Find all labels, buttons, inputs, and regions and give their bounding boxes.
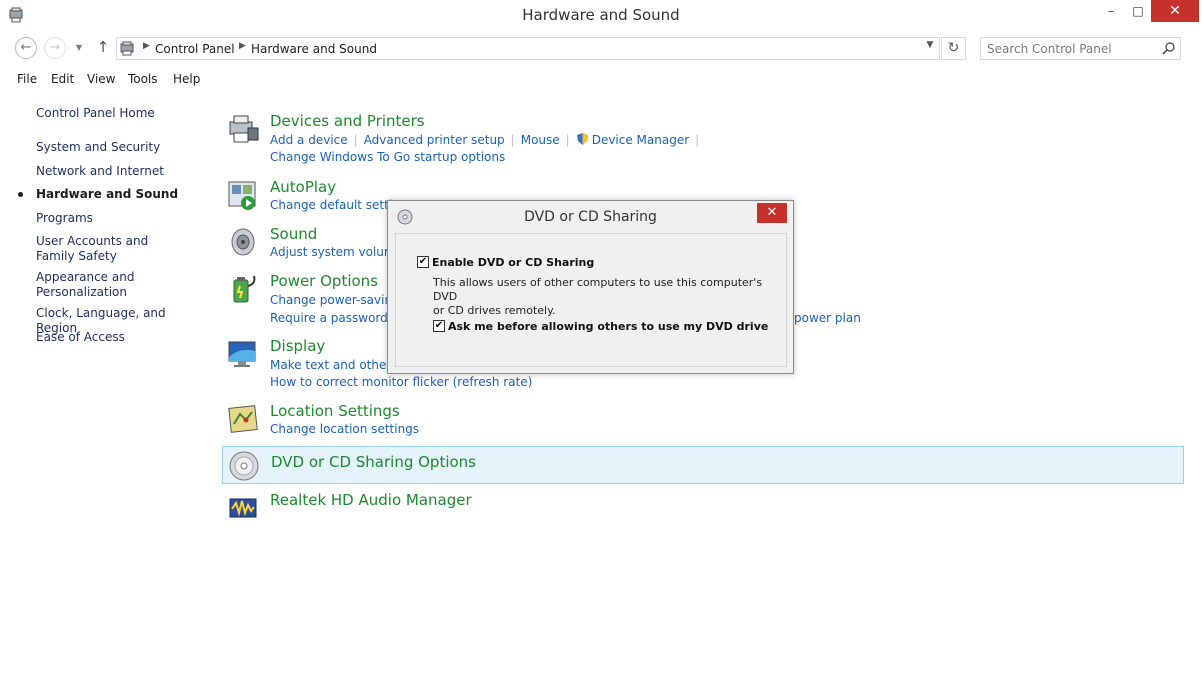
advanced-printer-setup-link[interactable]: Advanced printer setup [364,133,505,147]
up-button[interactable]: ↑ [92,37,114,59]
shield-icon [576,133,588,145]
category-location-settings: Location Settings Change location settin… [222,402,1184,442]
realtek-hd-audio-manager-link[interactable]: Realtek HD Audio Manager [270,491,472,509]
sidebar-item-appearance[interactable]: Appearance and Personalization [36,270,146,300]
menu-file[interactable]: File [17,72,37,86]
devices-links-row2: Change Windows To Go startup options [270,150,505,164]
menu-bar: File Edit View Tools Help [0,70,300,90]
sidebar-item-ease-of-access[interactable]: Ease of Access [36,330,206,345]
link-divider: | [353,133,358,147]
address-dropdown-icon[interactable]: ▼ [923,40,937,50]
sidebar-item-system-and-security[interactable]: System and Security [36,140,206,155]
location-icon [228,405,258,433]
device-manager-link[interactable]: Device Manager [592,133,689,147]
link-divider: | [565,133,570,147]
recent-locations-button[interactable]: ▼ [72,37,86,59]
add-a-device-link[interactable]: Add a device [270,133,348,147]
display-icon [228,341,256,367]
sharing-description-line2: or CD drives remotely. [433,304,556,317]
menu-help[interactable]: Help [173,72,200,86]
minimize-button[interactable]: – [1097,0,1125,22]
dialog-close-button[interactable]: ✕ [757,203,787,223]
category-realtek: Realtek HD Audio Manager [222,491,1184,527]
search-input[interactable] [987,41,1157,57]
adjust-system-volume-link[interactable]: Adjust system volume [270,245,403,259]
change-location-settings-link[interactable]: Change location settings [270,422,419,436]
power-plan-link[interactable]: power plan [794,311,861,325]
location-settings-link[interactable]: Location Settings [270,402,400,420]
mouse-link[interactable]: Mouse [521,133,560,147]
menu-view[interactable]: View [87,72,115,86]
control-panel-icon [120,41,134,56]
sidebar-item-network-and-internet[interactable]: Network and Internet [36,164,206,179]
back-button[interactable]: ← [15,37,37,59]
ask-before-sharing-label[interactable]: Ask me before allowing others to use my … [448,320,768,333]
link-divider: | [695,133,700,147]
window-title: Hardware and Sound [522,6,680,24]
sound-link[interactable]: Sound [270,225,317,243]
autoplay-icon [228,181,256,210]
power-options-icon [233,275,256,303]
autoplay-link[interactable]: AutoPlay [270,178,336,196]
devices-and-printers-link[interactable]: Devices and Printers [270,112,425,130]
sidebar-item-programs[interactable]: Programs [36,211,206,226]
sharing-description: This allows users of other computers to … [433,276,763,318]
display-links-row2: How to correct monitor flicker (refresh … [270,375,532,389]
search-box[interactable] [980,37,1181,60]
realtek-audio-icon [229,498,257,518]
breadcrumb-control-panel[interactable]: Control Panel [155,42,235,56]
link-divider: | [510,133,515,147]
enable-sharing-label[interactable]: Enable DVD or CD Sharing [432,256,594,269]
menu-edit[interactable]: Edit [51,72,74,86]
location-links: Change location settings [270,422,419,436]
address-bar[interactable]: ▶ Control Panel ▶ Hardware and Sound ▼ [116,37,940,60]
dvd-cd-sharing-dialog: DVD or CD Sharing ✕ ✔ Enable DVD or CD S… [387,200,794,374]
breadcrumb-hardware-and-sound[interactable]: Hardware and Sound [251,42,377,56]
ask-before-sharing-checkbox[interactable]: ✔ [433,320,445,332]
dialog-title: DVD or CD Sharing [524,209,657,225]
breadcrumb-separator-icon[interactable]: ▶ [143,41,150,51]
power-options-link[interactable]: Power Options [270,272,378,290]
sound-links: Adjust system volume [270,245,403,259]
power-links: Change power-saving [270,293,400,307]
sidebar-item-control-panel-home[interactable]: Control Panel Home [36,106,206,121]
monitor-flicker-link[interactable]: How to correct monitor flicker (refresh … [270,375,532,389]
breadcrumb-separator-icon[interactable]: ▶ [239,41,246,51]
title-bar: Hardware and Sound – □ ✕ [0,0,1202,30]
search-icon[interactable] [1162,42,1175,55]
change-power-saving-link[interactable]: Change power-saving [270,293,400,307]
sharing-description-line1: This allows users of other computers to … [433,276,763,303]
display-link[interactable]: Display [270,337,325,355]
enable-sharing-checkbox[interactable]: ✔ [417,256,429,268]
forward-button[interactable]: → [44,37,66,59]
printer-icon [229,115,259,143]
speaker-icon [231,228,255,256]
close-button[interactable]: ✕ [1151,0,1199,22]
menu-tools[interactable]: Tools [128,72,158,86]
change-windows-to-go-link[interactable]: Change Windows To Go startup options [270,150,505,164]
active-bullet-icon [18,192,23,197]
category-devices-and-printers: Devices and Printers Add a device | Advanc… [222,112,1184,168]
dialog-title-bar[interactable]: DVD or CD Sharing ✕ [388,201,793,231]
sidebar-item-user-accounts[interactable]: User Accounts and Family Safety [36,234,186,264]
dvd-cd-sharing-link[interactable]: DVD or CD Sharing Options [271,453,476,471]
devices-links: Add a device | Advanced printer setup | Mous… [270,132,705,147]
power-links-row2-tail: power plan [794,311,861,325]
sidebar-item-hardware-and-sound[interactable]: Hardware and Sound [36,187,206,202]
navigation-bar: ← → ▼ ↑ ▶ Control Panel ▶ Hardware and S… [0,36,1202,62]
control-panel-window: Hardware and Sound – □ ✕ ← → ▼ ↑ ▶ Contr… [0,0,1202,674]
category-dvd-cd-sharing[interactable]: DVD or CD Sharing Options [222,446,1184,484]
refresh-button[interactable]: ↻ [941,37,966,60]
disc-icon [229,451,259,481]
maximize-button[interactable]: □ [1124,0,1152,22]
dialog-body: ✔ Enable DVD or CD Sharing This allows u… [395,233,787,367]
